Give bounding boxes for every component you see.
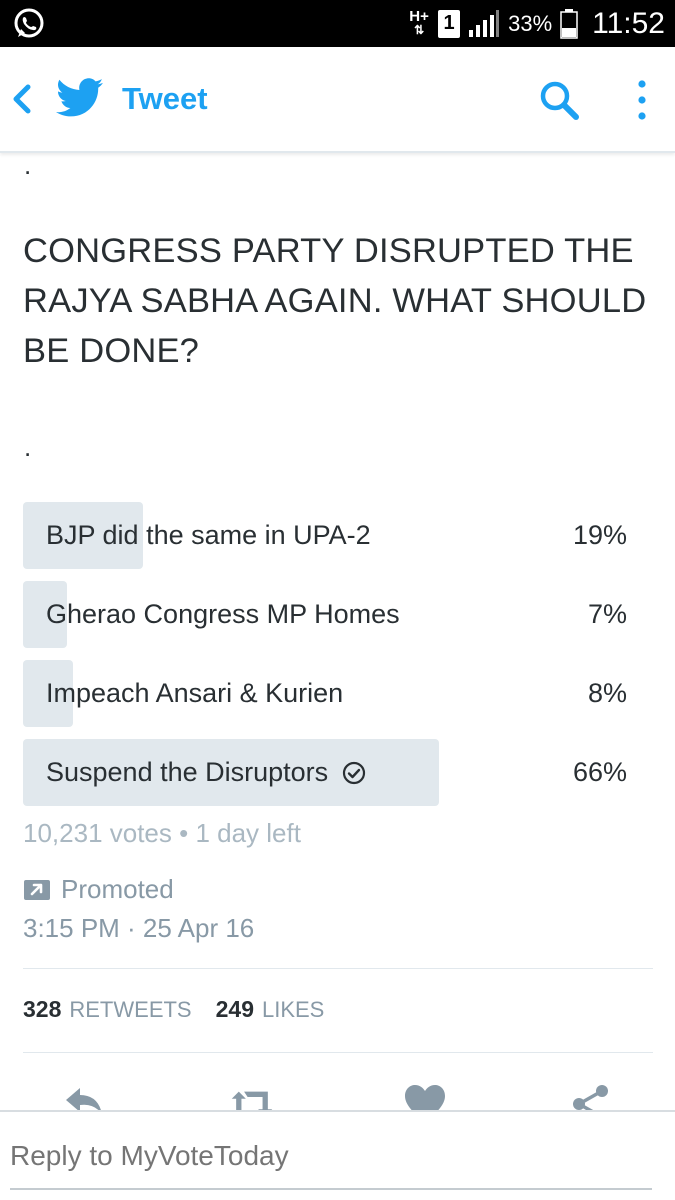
promoted-badge[interactable]: Promoted (23, 874, 174, 905)
promoted-label: Promoted (61, 874, 174, 904)
poll-option-percent: 19% (572, 520, 627, 550)
engagement-stats: 328 RETWEETS 249 LIKES (23, 996, 348, 1023)
poll-option-label: Gherao Congress MP Homes (46, 599, 400, 629)
reply-bar (0, 1110, 675, 1200)
like-icon[interactable] (403, 1084, 447, 1110)
poll-option-percent: 66% (572, 757, 627, 787)
sim-icon: 1 (438, 9, 461, 38)
divider (23, 1052, 653, 1053)
tweet-text-dot-top: . (24, 150, 32, 180)
retweet-icon[interactable] (230, 1084, 274, 1110)
likes-count[interactable]: 249 (216, 996, 254, 1023)
top-nav-bar: Tweet (0, 47, 675, 153)
retweets-label[interactable]: RETWEETS (69, 997, 191, 1023)
search-icon[interactable] (538, 79, 580, 121)
battery-percent: 33% (508, 10, 553, 36)
poll-summary: 10,231 votes • 1 day left (23, 818, 301, 848)
poll-option-winner: Suspend the Disruptors 66% (23, 739, 629, 806)
retweets-count[interactable]: 328 (23, 996, 61, 1023)
divider (23, 968, 653, 969)
network-type: H+ ⇅ (409, 8, 429, 37)
poll-option-label: Suspend the Disruptors (46, 757, 329, 787)
whatsapp-icon (14, 8, 44, 38)
page-title: Tweet (122, 81, 208, 116)
poll-option-percent: 7% (587, 599, 627, 629)
reply-icon[interactable] (62, 1084, 106, 1110)
poll-option-percent: 8% (587, 678, 627, 708)
tweet-text: CONGRESS PARTY DISRUPTED THE RAJYA SABHA… (23, 232, 647, 370)
signal-icon (469, 9, 500, 37)
poll-option: BJP did the same in UPA-2 19% (23, 502, 629, 569)
tweet-timestamp[interactable]: 3:15 PM · 25 Apr 16 (23, 913, 254, 944)
battery-icon (560, 8, 578, 39)
poll-option-label: Impeach Ansari & Kurien (46, 678, 344, 708)
reply-input[interactable] (10, 1140, 650, 1172)
tweet-text-dot-bottom: . (24, 432, 32, 462)
poll: BJP did the same in UPA-2 19% Gherao Con… (23, 502, 629, 818)
tweet-actions (0, 1080, 675, 1110)
more-vert-icon[interactable] (630, 77, 654, 123)
promoted-icon (24, 879, 50, 900)
status-bar: H+ ⇅ 1 33% 11:52 (0, 0, 675, 47)
clock: 11:52 (592, 6, 665, 40)
poll-option-label: BJP did the same in UPA-2 (46, 520, 371, 550)
share-icon[interactable] (570, 1084, 614, 1110)
twitter-bird-icon (56, 78, 104, 117)
poll-option: Impeach Ansari & Kurien 8% (23, 660, 629, 727)
back-icon[interactable] (10, 83, 36, 115)
check-circle-icon (343, 761, 366, 784)
reply-input-underline (10, 1188, 652, 1190)
poll-option: Gherao Congress MP Homes 7% (23, 581, 629, 648)
likes-label[interactable]: LIKES (262, 997, 324, 1023)
